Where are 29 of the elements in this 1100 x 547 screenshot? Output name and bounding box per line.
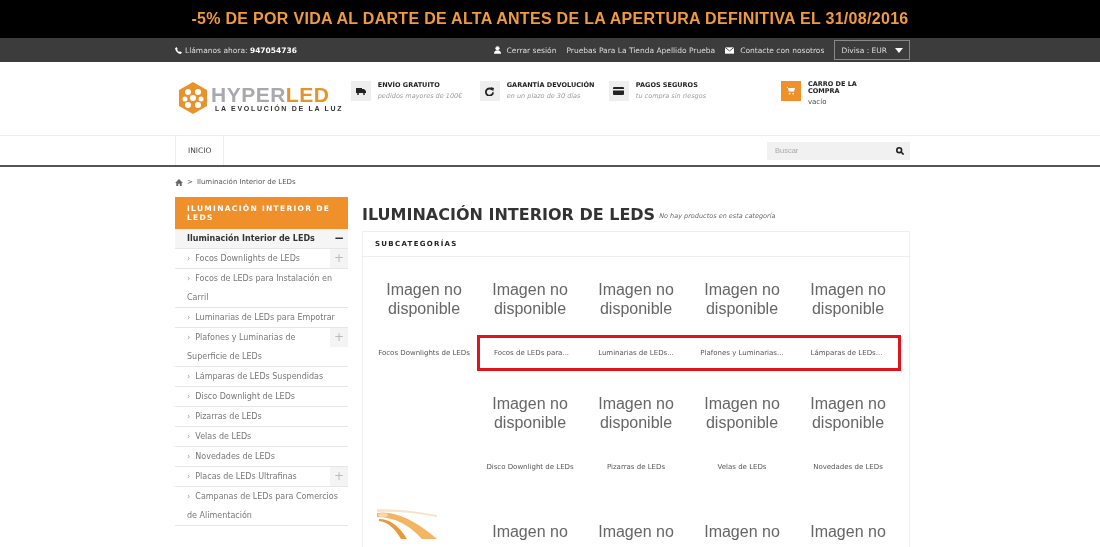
image-unavailable-text: Imagen no [491,521,569,541]
image-unavailable-text: Imagen no disponible [385,279,463,318]
sidebar-item[interactable]: › Focos Downlights de LEDs [175,249,330,268]
sidebar-item[interactable]: › Lámparas de LEDs Suspendidas [175,367,348,386]
sidebar-item[interactable]: › Focos de LEDs para Instalación en Carril [175,269,348,307]
sidebar-item[interactable]: › Plafones y Luminarias de Superficie de LEDs [175,328,330,366]
image-unavailable-text: Imagen no disponible [597,393,675,432]
image-unavailable-text: Imagen no disponible [703,393,781,432]
sidebar-item[interactable]: › Velas de LEDs [175,427,348,446]
promo-banner-text: -5% DE POR VIDA AL DARTE DE ALTA ANTES DE LA APERTURA DEFINITIVA EL 31/08/2016 [191,10,909,28]
image-unavailable-text: Imagen no disponible [809,279,887,318]
image-unavailable-text: Imagen no disponible [491,279,569,318]
sidebar-item[interactable]: › Pizarras de LEDs [175,407,348,426]
image-unavailable-text: Imagen no disponible [809,393,887,432]
sidebar-item[interactable]: › Campanas de LEDs para Comercios de Alimentación [175,487,348,525]
sidebar-item[interactable]: › Luminarias de LEDs para Empotrar [175,308,348,327]
collapse-toggle[interactable]: − [330,229,348,248]
sidebar-item[interactable]: Iluminación Interior de LEDs [175,229,330,248]
image-unavailable-text: Imagen no [809,521,887,541]
sidebar-item[interactable]: › Placas de LEDs Ultrafinas [175,467,330,486]
image-unavailable-text: Imagen no [703,521,781,541]
page-title: ILUMINACIÓN INTERIOR DE LEDS [362,204,656,224]
sidebar-item[interactable]: › Disco Downlight de LEDs [175,387,348,406]
image-unavailable-text: Imagen no disponible [491,393,569,432]
logo-wordmark: HYPERLED [211,84,331,105]
image-unavailable-text: Imagen no disponible [597,279,675,318]
image-unavailable-text: Imagen no disponible [703,279,781,318]
sidebar-item[interactable]: › Novedades de LEDs [175,447,348,466]
image-unavailable-text: Imagen no [597,521,675,541]
